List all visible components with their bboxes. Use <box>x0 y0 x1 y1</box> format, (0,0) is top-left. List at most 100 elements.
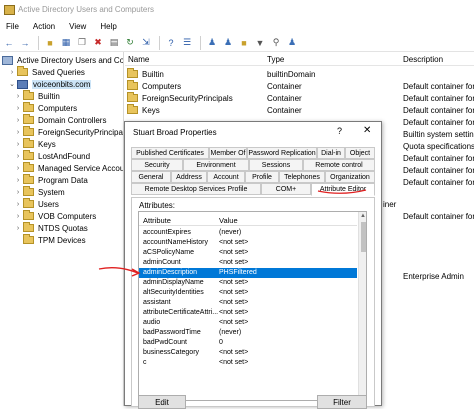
scrollbar-thumb[interactable] <box>361 222 366 252</box>
expand-icon[interactable]: › <box>14 153 22 160</box>
tab-remote-desktop-services-profile[interactable]: Remote Desktop Services Profile <box>131 183 261 195</box>
attribute-row[interactable]: audio <not set> <box>139 318 357 328</box>
tab-object[interactable]: Object <box>345 147 375 159</box>
attribute-row[interactable]: badPasswordTime (never) <box>139 328 357 338</box>
attribute-row[interactable]: attributeCertificateAttri... <not set> <box>139 308 357 318</box>
tree-item-saved-queries[interactable]: › Saved Queries <box>8 66 85 78</box>
attribute-row-selected[interactable]: adminDescription PHSFiltered <box>139 268 357 278</box>
tree-item-computers[interactable]: › Computers <box>14 102 77 114</box>
collapse-icon[interactable]: ⌄ <box>8 80 16 88</box>
list-item[interactable]: Keys Container Default container for <box>125 104 474 116</box>
tree-item-keys[interactable]: › Keys <box>14 138 56 150</box>
tree-item-ntds-quotas[interactable]: › NTDS Quotas <box>14 222 88 234</box>
expand-icon[interactable]: › <box>14 177 22 184</box>
ou-icon[interactable]: ■ <box>237 36 251 50</box>
tab-published-certificates[interactable]: Published Certificates <box>131 147 209 159</box>
export-icon[interactable]: ⇲ <box>139 36 153 50</box>
list-item[interactable]: Builtin builtinDomain <box>125 68 474 80</box>
expand-icon[interactable]: › <box>14 129 22 136</box>
edit-button[interactable]: Edit <box>138 395 186 409</box>
group-icon[interactable]: ♟ <box>221 36 235 50</box>
tab-profile[interactable]: Profile <box>245 171 279 183</box>
refresh-icon[interactable]: ↻ <box>123 36 137 50</box>
tree-item-tpm-devices[interactable]: TPM Devices <box>14 234 86 246</box>
tree-root[interactable]: Active Directory Users and Com <box>2 54 123 66</box>
attribute-row[interactable]: accountExpires (never) <box>139 228 357 238</box>
tab-telephones[interactable]: Telephones <box>279 171 325 183</box>
tab-member-of[interactable]: Member Of <box>209 147 247 159</box>
menu-help[interactable]: Help <box>100 22 116 31</box>
attributes-scrollbar[interactable]: ▲ <box>358 212 366 400</box>
tab-environment[interactable]: Environment <box>183 159 249 171</box>
help-icon[interactable]: ? <box>164 36 178 50</box>
menu-action[interactable]: Action <box>33 22 55 31</box>
column-header-type[interactable]: Type <box>267 55 284 64</box>
attribute-row[interactable]: businessCategory <not set> <box>139 348 357 358</box>
attribute-row[interactable]: adminDisplayName <not set> <box>139 278 357 288</box>
up-folder-icon[interactable]: ■ <box>43 36 57 50</box>
copy-icon[interactable]: ❐ <box>75 36 89 50</box>
scroll-up-icon[interactable]: ▲ <box>360 213 366 219</box>
tab-remote-control[interactable]: Remote control <box>303 159 375 171</box>
tab-address[interactable]: Address <box>171 171 207 183</box>
filter-button[interactable]: Filter <box>317 395 367 409</box>
attribute-row[interactable]: c <not set> <box>139 358 357 368</box>
tree-item-domain-controllers[interactable]: › Domain Controllers <box>14 114 106 126</box>
column-header-attribute[interactable]: Attribute <box>143 216 171 225</box>
tab-sessions[interactable]: Sessions <box>249 159 303 171</box>
attribute-row[interactable]: assistant <not set> <box>139 298 357 308</box>
tree-item-lost-and-found[interactable]: › LostAndFound <box>14 150 90 162</box>
expand-icon[interactable]: › <box>14 165 22 172</box>
attribute-row[interactable]: aCSPolicyName <not set> <box>139 248 357 258</box>
attribute-row[interactable]: adminCount <not set> <box>139 258 357 268</box>
expand-icon[interactable]: › <box>14 117 22 124</box>
forward-arrow-icon[interactable]: → <box>18 36 32 50</box>
back-arrow-icon[interactable]: ← <box>2 36 16 50</box>
attribute-row[interactable]: accountNameHistory <not set> <box>139 238 357 248</box>
tab-organization[interactable]: Organization <box>325 171 375 183</box>
list-item[interactable]: Computers Container Default container fo… <box>125 80 474 92</box>
list-view-icon[interactable]: ☰ <box>180 36 194 50</box>
expand-icon[interactable]: › <box>14 201 22 208</box>
tree-item-foreign-security-principals[interactable]: › ForeignSecurityPrincipals <box>14 126 123 138</box>
tree-item-vob-computers[interactable]: › VOB Computers <box>14 210 96 222</box>
users-icon[interactable]: ♟ <box>205 36 219 50</box>
expand-icon[interactable]: › <box>14 93 22 100</box>
expand-icon[interactable]: › <box>8 69 16 76</box>
expand-icon[interactable]: › <box>14 213 22 220</box>
expand-icon[interactable]: › <box>14 225 22 232</box>
attributes-list[interactable]: Attribute Value accountExpires (never) a… <box>138 211 367 401</box>
find-icon[interactable]: ⚲ <box>269 36 283 50</box>
tab-account[interactable]: Account <box>207 171 245 183</box>
delete-icon[interactable]: ✖ <box>91 36 105 50</box>
close-button[interactable]: ✕ <box>363 125 371 136</box>
filter-icon[interactable]: ▼ <box>253 36 267 50</box>
expand-icon[interactable]: › <box>14 189 22 196</box>
tab-com-plus[interactable]: COM+ <box>261 183 311 195</box>
tree-item-system[interactable]: › System <box>14 186 65 198</box>
console-tree-icon[interactable]: ▦ <box>59 36 73 50</box>
expand-icon[interactable]: › <box>14 141 22 148</box>
tree-item-domain[interactable]: ⌄ voiceonbits.com <box>8 78 92 90</box>
tree-item-managed-service-accounts[interactable]: › Managed Service Accoun <box>14 162 123 174</box>
tab-general[interactable]: General <box>131 171 171 183</box>
attribute-row[interactable]: badPwdCount 0 <box>139 338 357 348</box>
column-header-value[interactable]: Value <box>219 216 238 225</box>
add-group-icon[interactable]: ♟ <box>285 36 299 50</box>
help-button[interactable]: ? <box>337 126 342 136</box>
tab-dial-in[interactable]: Dial-in <box>317 147 345 159</box>
attribute-name: accountExpires <box>143 229 191 236</box>
menu-view[interactable]: View <box>69 22 86 31</box>
menu-file[interactable]: File <box>6 22 19 31</box>
column-header-name[interactable]: Name <box>128 55 149 64</box>
tab-security[interactable]: Security <box>131 159 183 171</box>
column-header-description[interactable]: Description <box>403 55 443 64</box>
tab-password-replication[interactable]: Password Replication <box>247 147 317 159</box>
attribute-row[interactable]: altSecurityIdentities <not set> <box>139 288 357 298</box>
list-item[interactable]: ForeignSecurityPrincipals Container Defa… <box>125 92 474 104</box>
tree-item-builtin[interactable]: › Builtin <box>14 90 60 102</box>
tree-item-users[interactable]: › Users <box>14 198 59 210</box>
expand-icon[interactable]: › <box>14 105 22 112</box>
properties-icon[interactable]: ▤ <box>107 36 121 50</box>
tree-item-program-data[interactable]: › Program Data <box>14 174 88 186</box>
